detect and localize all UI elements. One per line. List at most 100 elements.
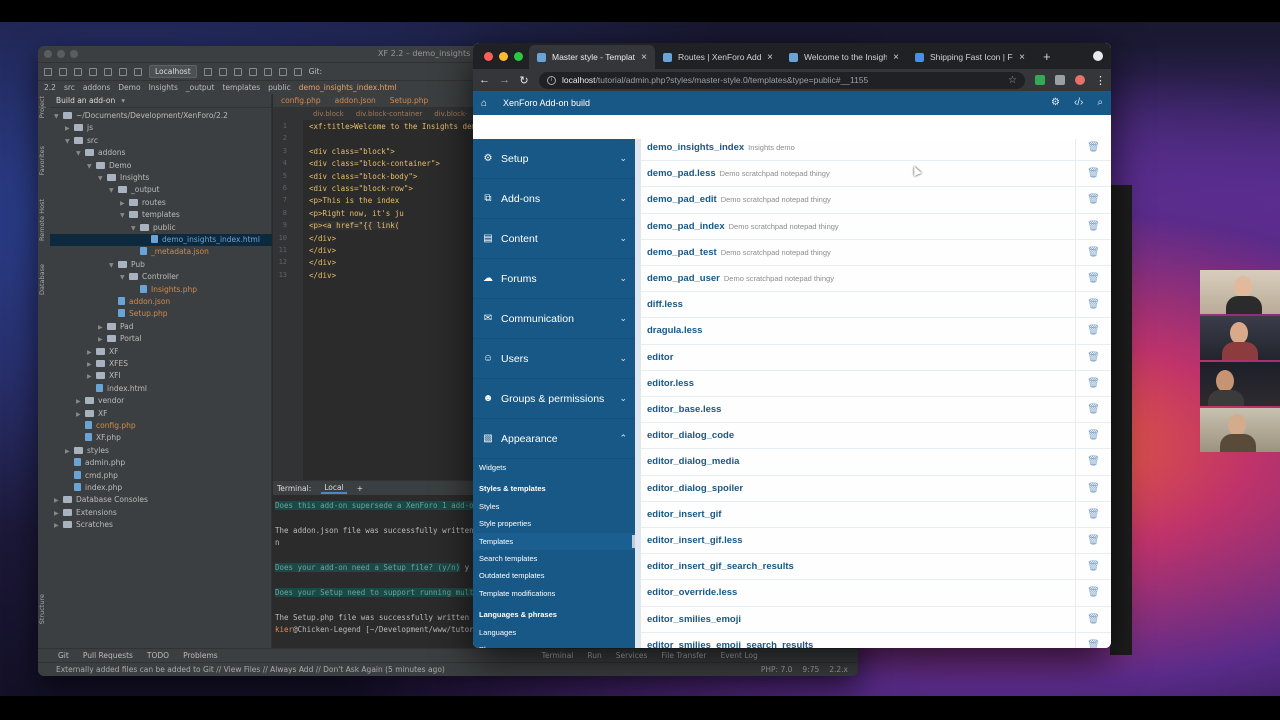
tree-item[interactable]: Insights.php: [50, 284, 272, 296]
terminal-tab-local[interactable]: Local: [321, 483, 347, 494]
trash-icon[interactable]: 🗑: [1075, 292, 1111, 318]
search-icon[interactable]: ⌕: [1097, 97, 1103, 108]
editor-tab[interactable]: Setup.php: [390, 96, 429, 105]
open-folder-icon[interactable]: [44, 67, 52, 76]
sidebar-link[interactable]: Styles: [473, 498, 635, 515]
window-minimize-button[interactable]: [57, 50, 65, 58]
tool-window-label[interactable]: Remote Host: [38, 199, 50, 241]
upload-icon[interactable]: [263, 67, 272, 76]
download-icon[interactable]: [248, 67, 257, 76]
code-line[interactable]: </div>: [309, 271, 336, 280]
add-terminal-button[interactable]: +: [357, 484, 363, 493]
tool-window-button[interactable]: Terminal: [542, 651, 574, 660]
refresh-icon[interactable]: [278, 67, 287, 76]
template-name-link[interactable]: editor: [647, 352, 673, 363]
template-name-link[interactable]: dragula.less: [647, 325, 702, 336]
status-indicator[interactable]: PHP: 7.0: [761, 665, 793, 674]
tree-item[interactable]: ▶ routes: [50, 197, 272, 209]
tool-window-button[interactable]: TODO: [147, 651, 169, 660]
window-minimize-button[interactable]: [499, 52, 508, 61]
window-close-button[interactable]: [484, 52, 493, 61]
code-line[interactable]: <p>This is the index: [309, 196, 399, 205]
template-name-link[interactable]: editor_insert_gif: [647, 509, 721, 520]
code-line[interactable]: <p>Right now, it's ju: [309, 209, 404, 218]
sidebar-link[interactable]: Languages: [473, 624, 635, 641]
tool-window-button[interactable]: Services: [616, 651, 648, 660]
trash-icon[interactable]: 🗑: [1075, 239, 1111, 265]
tree-item[interactable]: index.php: [50, 482, 272, 494]
browser-tab[interactable]: Master style - Templates ×: [529, 45, 655, 69]
template-name-link[interactable]: editor_smilies_emoji_search_results: [647, 640, 813, 648]
tree-item[interactable]: ▶ XF: [50, 346, 272, 358]
tree-item[interactable]: ▼ templates: [50, 209, 272, 221]
tree-item[interactable]: cmd.php: [50, 470, 272, 482]
editor-breadcrumb-item[interactable]: div.block-: [434, 110, 467, 118]
chevron-down-icon[interactable]: ⌄: [619, 273, 627, 284]
code-line[interactable]: <p><a href="{{ link(: [309, 221, 400, 231]
tree-item[interactable]: ▼ Insights: [50, 172, 272, 184]
chevron-down-icon[interactable]: ⌄: [619, 393, 627, 404]
editor-breadcrumb-item[interactable]: div.block-container: [356, 110, 422, 118]
profile-avatar[interactable]: [1075, 75, 1085, 85]
sidebar-link[interactable]: Search templates: [473, 550, 635, 567]
code-line[interactable]: <div class="block">: [309, 147, 395, 156]
extensions-puzzle-icon[interactable]: [1055, 75, 1065, 85]
breadcrumb-item[interactable]: addons: [83, 83, 110, 92]
trash-icon[interactable]: 🗑: [1075, 528, 1111, 554]
close-icon[interactable]: ×: [1019, 52, 1025, 63]
template-name-link[interactable]: editor_base.less: [647, 404, 721, 415]
code-line[interactable]: <xf:title>Welcome to the Insights dem: [309, 122, 476, 131]
board-title[interactable]: XenForo Add-on build: [503, 98, 590, 108]
save-icon[interactable]: [59, 67, 67, 76]
sidebar-section[interactable]: ☺ Users ⌄: [473, 339, 635, 379]
tool-window-button[interactable]: Pull Requests: [83, 651, 133, 660]
tree-item[interactable]: ▶ XFI: [50, 370, 272, 382]
chevron-down-icon[interactable]: ⌄: [619, 233, 627, 244]
forward-icon[interactable]: [119, 67, 127, 76]
tree-item[interactable]: config.php: [50, 420, 272, 432]
trash-icon[interactable]: 🗑: [1075, 370, 1111, 396]
site-info-icon[interactable]: i: [547, 75, 556, 85]
tree-item[interactable]: Setup.php: [50, 308, 272, 320]
bookmark-star-icon[interactable]: ☆: [1008, 75, 1017, 86]
tree-item[interactable]: ▼ Controller: [50, 271, 272, 283]
trash-icon[interactable]: 🗑: [1075, 344, 1111, 370]
trash-icon[interactable]: 🗑: [1075, 423, 1111, 449]
chevron-down-icon[interactable]: ⌄: [619, 153, 627, 164]
template-name-link[interactable]: demo_pad_user: [647, 273, 720, 284]
template-name-link[interactable]: demo_pad_index: [647, 221, 725, 232]
chevron-right-icon[interactable]: ▶: [54, 520, 63, 532]
terminal-prompt[interactable]: kier@Chicken-Legend [~/Development/www/t…: [275, 625, 478, 634]
browser-tab[interactable]: Shipping Fast Icon | Font ×: [907, 45, 1033, 69]
code-line[interactable]: </div>: [309, 246, 336, 255]
trash-icon[interactable]: 🗑: [1075, 187, 1111, 213]
browser-menu-icon[interactable]: ⋮: [1095, 74, 1106, 87]
trash-icon[interactable]: 🗑: [1075, 632, 1111, 648]
tool-window-label[interactable]: Favorites: [38, 146, 50, 175]
breadcrumb-item[interactable]: _output: [186, 83, 215, 92]
undo-icon[interactable]: [89, 67, 97, 76]
breadcrumb-item[interactable]: public: [268, 83, 291, 92]
tool-window-button[interactable]: Run: [587, 651, 601, 660]
tree-item[interactable]: ▶ styles: [50, 445, 272, 457]
tree-item[interactable]: ▼ _output: [50, 184, 272, 196]
editor-tab[interactable]: config.php: [281, 96, 321, 105]
trash-icon[interactable]: 🗑: [1075, 397, 1111, 423]
tool-window-button[interactable]: Event Log: [721, 651, 758, 660]
code-line[interactable]: <div class="block-container">: [309, 159, 440, 168]
extension-icon[interactable]: [1035, 75, 1045, 85]
forward-arrow-icon[interactable]: →: [499, 74, 510, 86]
template-name-link[interactable]: editor_dialog_code: [647, 430, 734, 441]
sync-icon[interactable]: [74, 67, 82, 76]
debug-icon[interactable]: [218, 67, 227, 76]
tree-item[interactable]: ▶ Portal: [50, 333, 272, 345]
tree-item[interactable]: XF.php: [50, 432, 272, 444]
tree-item[interactable]: addon.json: [50, 296, 272, 308]
trash-icon[interactable]: 🗑: [1075, 213, 1111, 239]
template-name-link[interactable]: editor_insert_gif_search_results: [647, 561, 794, 572]
status-indicator[interactable]: 9:75: [802, 665, 819, 674]
back-arrow-icon[interactable]: ←: [479, 74, 490, 86]
sidebar-link[interactable]: Template modifications: [473, 585, 635, 602]
chevron-down-icon[interactable]: ⌄: [619, 353, 627, 364]
reload-icon[interactable]: ↻: [519, 74, 529, 87]
